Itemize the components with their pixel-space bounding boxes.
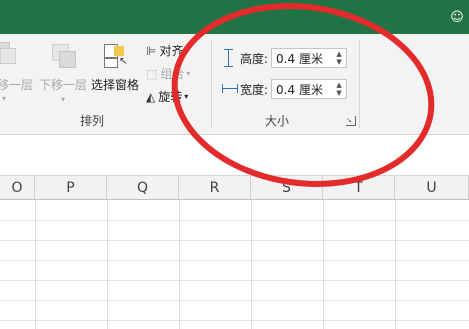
gridline <box>0 260 469 261</box>
group-separator <box>211 40 212 128</box>
column-header-p[interactable]: P <box>35 176 107 200</box>
chevron-down-icon: ▾ <box>186 69 191 78</box>
move-down-label: 下移一层 <box>38 78 87 92</box>
move-down-button[interactable]: 下移一层 ▾ <box>36 42 90 112</box>
width-icon <box>222 81 238 97</box>
height-spinner[interactable]: ▲ ▼ <box>334 50 344 68</box>
width-row: 宽度: 0.4 厘米 ▲ ▼ <box>222 79 348 99</box>
rotate-icon: ◭ <box>146 89 156 104</box>
column-header-r[interactable]: R <box>179 176 251 200</box>
height-icon <box>222 49 236 67</box>
chevron-down-icon: ▾ <box>185 46 190 55</box>
align-button[interactable]: ⊫ 对齐 ▾ <box>146 42 189 59</box>
spreadsheet-grid[interactable]: O P Q R S T U <box>0 176 469 329</box>
rotate-label: 旋转 <box>158 90 183 104</box>
align-label: 对齐 <box>159 44 184 58</box>
column-header-s[interactable]: S <box>251 176 323 200</box>
width-value: 0.4 厘米 <box>276 83 323 97</box>
align-icon: ⊫ <box>146 43 157 58</box>
group-icon: ⬚ <box>146 66 158 81</box>
selection-pane-label: 选择窗格 <box>90 78 139 92</box>
height-label: 高度: <box>240 51 269 66</box>
chevron-down-icon: ▾ <box>2 94 7 103</box>
selection-pane-button[interactable]: ↖ 选择窗格 <box>90 42 140 102</box>
column-header-q[interactable]: Q <box>107 176 179 200</box>
arrange-group-label: 排列 <box>80 114 105 128</box>
group-button[interactable]: ⬚ 组合 ▾ <box>146 65 190 82</box>
send-backward-icon <box>0 42 16 64</box>
move-down-icon <box>50 42 76 68</box>
rotate-button[interactable]: ◭ 旋转 ▾ <box>146 88 188 105</box>
width-spinner[interactable]: ▲ ▼ <box>334 81 344 99</box>
height-value: 0.4 厘米 <box>276 52 323 66</box>
title-bar: ☺ <box>0 0 469 34</box>
selection-pane-icon: ↖ <box>102 42 128 68</box>
height-input[interactable]: 0.4 厘米 ▲ ▼ <box>271 48 348 68</box>
gridline <box>0 300 469 301</box>
column-header-u[interactable]: U <box>395 176 469 200</box>
account-icon[interactable]: ☺ <box>449 10 465 26</box>
width-input[interactable]: 0.4 厘米 ▲ ▼ <box>271 79 348 99</box>
chevron-down-icon: ▾ <box>60 95 65 104</box>
gridline <box>0 240 469 241</box>
column-header-t[interactable]: T <box>323 176 395 200</box>
gridline <box>0 280 469 281</box>
height-row: 高度: 0.4 厘米 ▲ ▼ <box>222 48 348 68</box>
dialog-launcher-icon[interactable]: ↘ <box>346 116 356 126</box>
send-backward-label: 移一层 <box>0 78 33 92</box>
group-separator <box>359 40 360 128</box>
gridline <box>0 220 469 221</box>
column-header-o[interactable]: O <box>0 176 35 200</box>
chevron-down-icon: ▾ <box>184 92 189 101</box>
group-label: 组合 <box>160 67 185 81</box>
size-group-label: 大小 <box>265 114 290 128</box>
ribbon: 移一层 ▾ 下移一层 ▾ ↖ 选择窗格 ⊫ 对齐 ▾ ⬚ 组合 ▾ ◭ 旋转 ▾ <box>0 34 469 135</box>
send-backward-button[interactable]: 移一层 ▾ <box>0 42 34 112</box>
width-label: 宽度: <box>240 82 269 97</box>
formula-bar-area <box>0 135 469 176</box>
gridline <box>0 320 469 321</box>
